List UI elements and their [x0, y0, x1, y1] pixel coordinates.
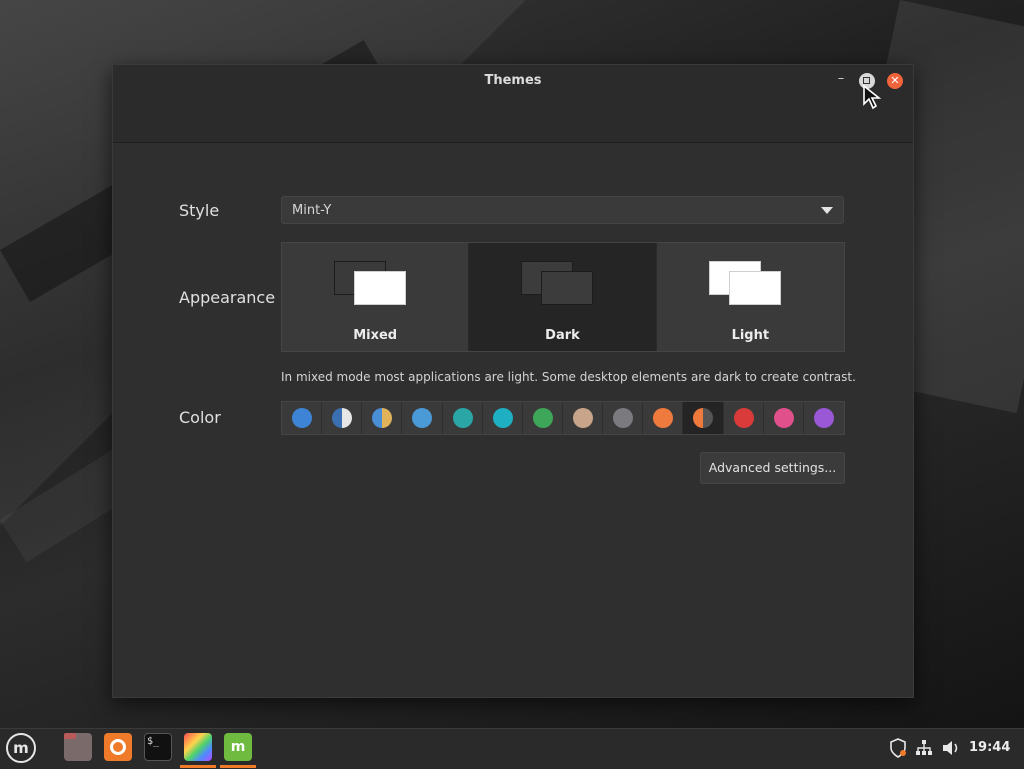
network-icon[interactable]	[915, 739, 933, 757]
color-label: Color	[179, 408, 221, 427]
color-swatch-aqua[interactable]	[483, 402, 523, 434]
color-swatch-green[interactable]	[523, 402, 563, 434]
color-swatch-sand-split[interactable]	[362, 402, 403, 434]
themes-app-icon[interactable]	[184, 733, 212, 761]
color-swatch-teal[interactable]	[443, 402, 483, 434]
appearance-option-label: Light	[731, 328, 770, 343]
color-swatch-orange[interactable]	[643, 402, 684, 434]
color-dot-icon	[813, 408, 834, 428]
color-dot-icon	[773, 408, 794, 428]
appearance-option-mixed[interactable]: Mixed	[282, 243, 470, 351]
appearance-preview-icon	[521, 261, 597, 309]
chevron-down-icon	[821, 207, 833, 214]
mouse-cursor-icon	[863, 84, 882, 110]
color-dot-icon	[412, 408, 433, 428]
preview-front-window	[728, 271, 781, 305]
color-dot-icon	[693, 408, 714, 428]
color-dot-icon	[492, 408, 513, 428]
themes-window: Themes – ✕ Style Mint-Y Appearance Mixed…	[112, 64, 914, 698]
color-dot-icon	[532, 408, 553, 428]
appearance-option-dark[interactable]: Dark	[469, 243, 657, 351]
start-menu-icon[interactable]: m	[6, 733, 36, 763]
volume-icon[interactable]	[941, 739, 961, 757]
color-dot-icon	[613, 408, 634, 428]
preview-front-window	[354, 271, 406, 305]
color-swatch-sand[interactable]	[563, 402, 604, 434]
files-icon[interactable]	[64, 733, 92, 761]
appearance-option-light[interactable]: Light	[656, 243, 844, 351]
color-swatch-aqua-split[interactable]	[322, 402, 363, 434]
window-title: Themes	[484, 73, 542, 88]
color-dot-icon	[653, 408, 674, 428]
style-dropdown-value: Mint-Y	[292, 203, 332, 218]
style-label: Style	[179, 201, 220, 220]
taskbar: m $_ m 19:44	[0, 728, 1024, 769]
appearance-hint: In mixed mode most applications are ligh…	[281, 370, 856, 384]
firefox-glyph-icon	[110, 739, 126, 755]
color-swatch-red[interactable]	[724, 402, 764, 434]
color-dot-icon	[572, 408, 593, 428]
color-swatch-pink[interactable]	[764, 402, 804, 434]
maximize-icon	[863, 77, 870, 84]
color-dot-icon	[372, 408, 393, 428]
color-swatch-purple[interactable]	[804, 402, 844, 434]
appearance-preview-icon	[708, 261, 785, 309]
advanced-settings-button[interactable]: Advanced settings...	[700, 452, 845, 484]
style-dropdown[interactable]: Mint-Y	[281, 196, 844, 224]
appearance-option-label: Mixed	[353, 328, 398, 343]
color-swatch-orange-split[interactable]	[683, 402, 724, 434]
appearance-selector: Mixed Dark Light	[281, 242, 845, 352]
color-dot-icon	[452, 408, 473, 428]
preview-front-window	[541, 271, 594, 305]
appearance-option-label: Dark	[545, 328, 580, 343]
titlebar[interactable]: Themes – ✕	[113, 65, 913, 143]
software-manager-icon[interactable]: m	[224, 733, 252, 761]
color-selector	[281, 401, 845, 435]
color-swatch-blue[interactable]	[282, 402, 323, 434]
color-dot-icon	[332, 408, 353, 428]
firefox-icon[interactable]	[104, 733, 132, 761]
appearance-preview-icon	[334, 261, 410, 309]
close-button[interactable]: ✕	[887, 73, 903, 89]
shield-icon[interactable]	[889, 738, 907, 758]
color-swatch-blue-light[interactable]	[402, 402, 443, 434]
color-dot-icon	[733, 408, 754, 428]
appearance-label: Appearance	[179, 288, 276, 307]
minimize-button[interactable]: –	[833, 72, 849, 89]
clock[interactable]: 19:44	[969, 740, 1010, 755]
color-swatch-grey[interactable]	[603, 402, 644, 434]
color-dot-icon	[292, 408, 312, 428]
terminal-icon[interactable]: $_	[144, 733, 172, 761]
